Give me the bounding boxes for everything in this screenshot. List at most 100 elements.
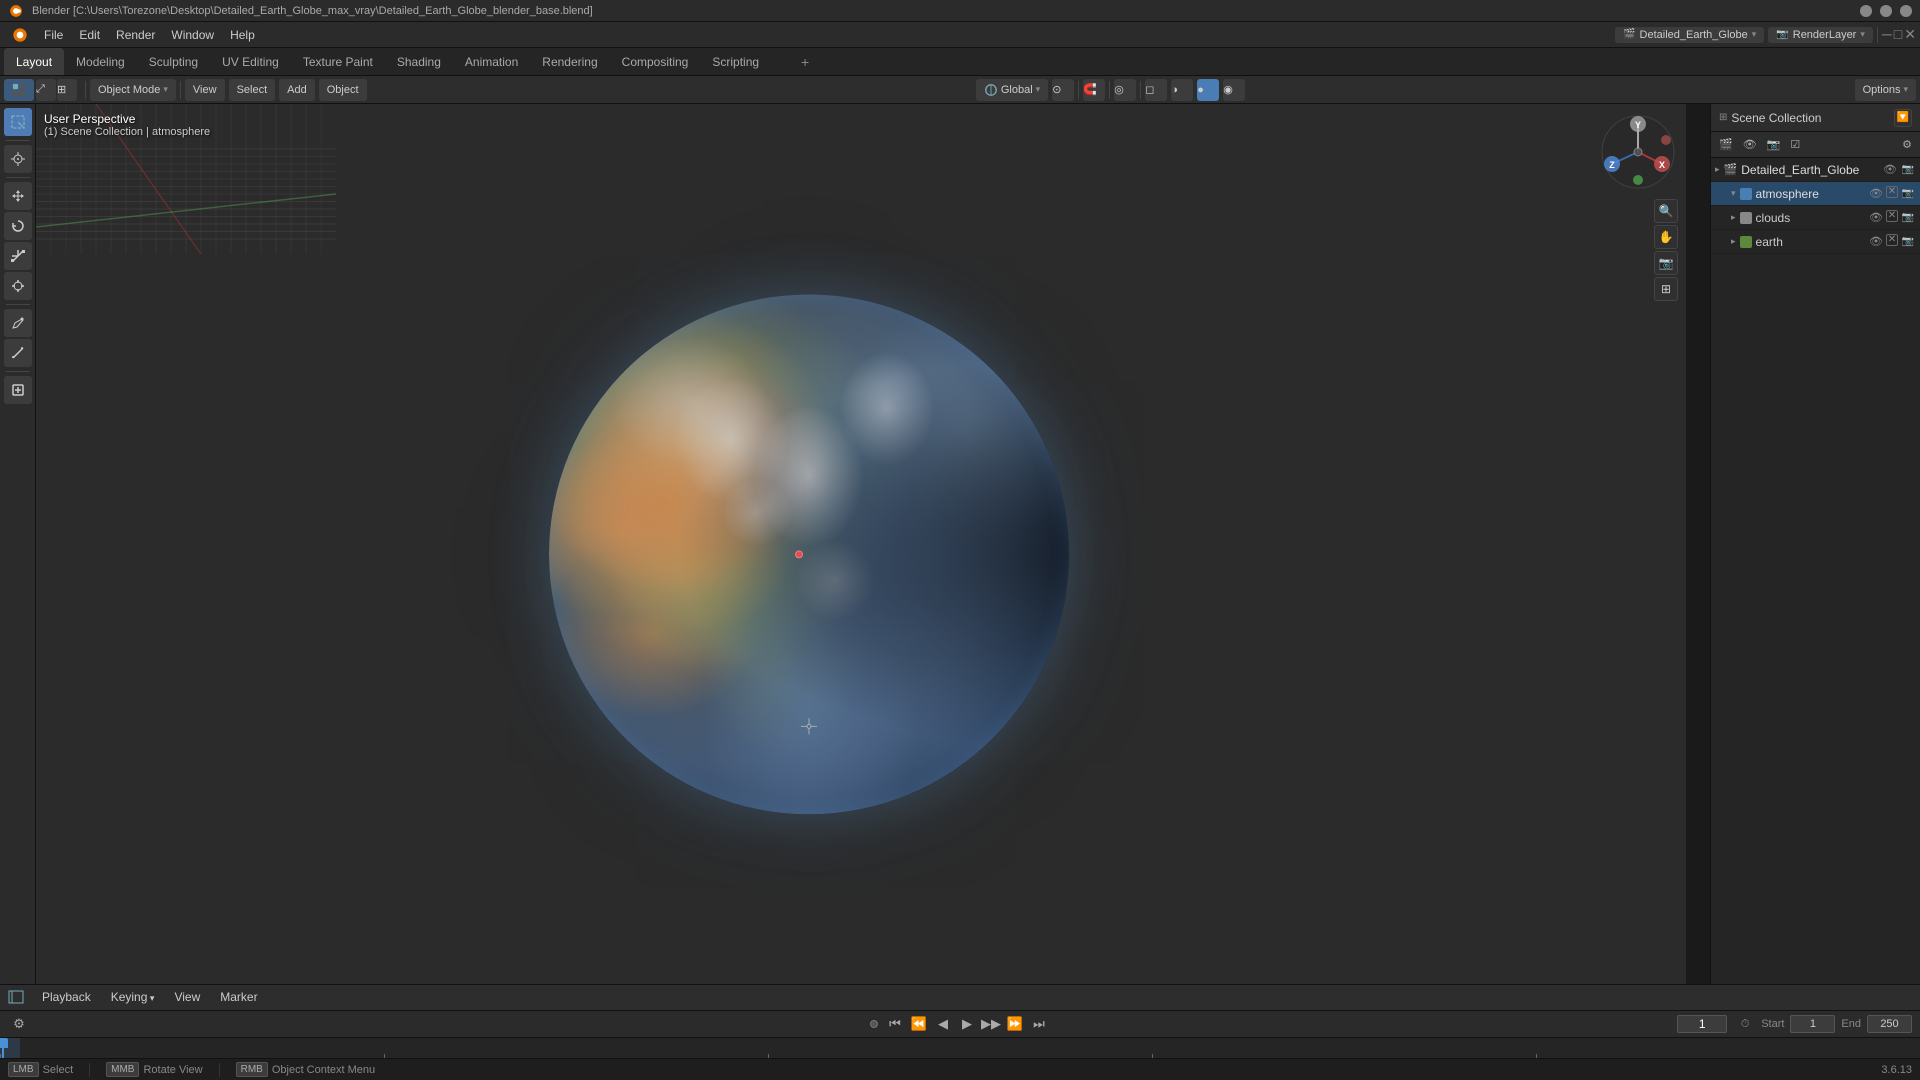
select-box-tool[interactable]: [4, 108, 32, 136]
window-close-icon[interactable]: ✕: [1904, 26, 1916, 43]
rp-render-icon[interactable]: 📷: [1763, 135, 1785, 155]
proportional-btn[interactable]: ◎: [1114, 79, 1136, 101]
end-frame-input[interactable]: [1867, 1015, 1912, 1033]
window-min-icon[interactable]: ─: [1882, 26, 1892, 43]
view3d-icon[interactable]: ⊞: [57, 79, 77, 101]
scene-render-btn[interactable]: 📷: [1900, 162, 1916, 178]
menu-file[interactable]: File: [36, 26, 71, 44]
tl-keying[interactable]: Keying: [105, 988, 161, 1006]
tab-scripting[interactable]: [771, 48, 795, 75]
clouds-exclude-btn[interactable]: ✕: [1886, 210, 1898, 222]
scene-visibility-btn[interactable]: 👁: [1882, 162, 1898, 178]
menu-edit[interactable]: Edit: [71, 26, 108, 44]
viewport-3d[interactable]: User Perspective (1) Scene Collection | …: [36, 104, 1686, 984]
pivot-btn[interactable]: ⊙: [1052, 79, 1074, 101]
atm-visibility-btn[interactable]: 👁: [1868, 186, 1884, 202]
camera-icon-btn[interactable]: 📷: [1654, 251, 1678, 275]
jump-start-btn[interactable]: ⏮: [884, 1013, 906, 1035]
tl-snap-btn[interactable]: ⚙: [8, 1013, 30, 1035]
tab-compositing[interactable]: Compositing: [610, 48, 701, 75]
maximize-btn[interactable]: [1880, 5, 1892, 17]
object-btn[interactable]: Object: [319, 79, 367, 101]
jump-end-btn[interactable]: ⏭: [1028, 1013, 1050, 1035]
earth-render-btn[interactable]: 📷: [1900, 234, 1916, 250]
menu-help[interactable]: Help: [222, 26, 263, 44]
minimize-btn[interactable]: [1860, 5, 1872, 17]
step-back-btn[interactable]: ◀: [932, 1013, 954, 1035]
origin-dot: [795, 550, 803, 558]
tl-marker[interactable]: Marker: [214, 988, 263, 1006]
tab-animation[interactable]: Animation: [453, 48, 530, 75]
tab-geometry-nodes[interactable]: Scripting: [700, 48, 771, 75]
shading-mode4[interactable]: ◉: [1223, 79, 1245, 101]
window-max-icon[interactable]: □: [1894, 26, 1902, 43]
rotate-tool[interactable]: [4, 212, 32, 240]
cursor-tool[interactable]: [4, 145, 32, 173]
view-btn[interactable]: View: [185, 79, 225, 101]
step-fwd-btn[interactable]: ▶▶: [980, 1013, 1002, 1035]
next-keyframe-btn[interactable]: ⏩: [1004, 1013, 1026, 1035]
tl-view[interactable]: View: [168, 988, 206, 1006]
rp-filter-btn[interactable]: 🔽: [1894, 109, 1912, 127]
earth-exclude-btn[interactable]: ✕: [1886, 234, 1898, 246]
global-transform-btn[interactable]: Global ▾: [976, 79, 1048, 101]
tab-modeling[interactable]: Modeling: [64, 48, 137, 75]
tl-playback[interactable]: Playback: [36, 988, 97, 1006]
scale-tool[interactable]: [4, 242, 32, 270]
add-workspace-btn[interactable]: +: [795, 52, 815, 72]
tab-uv-editing[interactable]: UV Editing: [210, 48, 291, 75]
atm-render-btn[interactable]: 📷: [1900, 186, 1916, 202]
menu-bar: File Edit Render Window Help 🎬 Detailed_…: [0, 22, 1920, 48]
transform-tool[interactable]: [4, 272, 32, 300]
move-icon[interactable]: ⤢: [36, 79, 56, 101]
workspace-tabs: Layout Modeling Sculpting UV Editing Tex…: [0, 48, 1920, 76]
rp-filter-icon[interactable]: ⚙: [1898, 135, 1916, 155]
clouds-visibility-btn[interactable]: 👁: [1868, 210, 1884, 226]
add-btn[interactable]: Add: [279, 79, 315, 101]
measure-tool[interactable]: [4, 339, 32, 367]
grid-icon-btn[interactable]: ⊞: [1654, 277, 1678, 301]
close-btn[interactable]: [1900, 5, 1912, 17]
sep4: [1109, 81, 1110, 99]
render-layer-selector[interactable]: 📷 RenderLayer ▾: [1768, 27, 1873, 43]
prev-keyframe-btn[interactable]: ⏪: [908, 1013, 930, 1035]
outliner-clouds[interactable]: ▸ clouds 👁 ✕ 📷: [1711, 206, 1920, 230]
tool-sep4: [6, 371, 30, 372]
outliner-earth[interactable]: ▸ earth 👁 ✕ 📷: [1711, 230, 1920, 254]
move-tool[interactable]: [4, 182, 32, 210]
shading-mode3[interactable]: ●: [1197, 79, 1219, 101]
rp-select-icon[interactable]: ☑: [1786, 135, 1804, 155]
object-mode-btn[interactable]: Object Mode ▾: [90, 79, 176, 101]
scene-selector[interactable]: 🎬 Detailed_Earth_Globe ▾: [1615, 27, 1764, 43]
play-btn[interactable]: ▶: [956, 1013, 978, 1035]
outliner-scene[interactable]: ▸ 🎬 Detailed_Earth_Globe 👁 📷: [1711, 158, 1920, 182]
atm-exclude-btn[interactable]: ✕: [1886, 186, 1898, 198]
menu-blender[interactable]: [4, 25, 36, 45]
start-frame-input[interactable]: [1790, 1015, 1835, 1033]
viewport-btn[interactable]: [4, 79, 34, 101]
tab-sculpting[interactable]: Sculpting: [137, 48, 210, 75]
select-btn[interactable]: Select: [229, 79, 276, 101]
tab-texture-paint[interactable]: Texture Paint: [291, 48, 385, 75]
shading-mode2[interactable]: ◑: [1171, 79, 1193, 101]
tab-rendering[interactable]: Rendering: [530, 48, 609, 75]
snap-btn[interactable]: 🧲: [1083, 79, 1105, 101]
tab-shading[interactable]: Shading: [385, 48, 453, 75]
rp-view-icon[interactable]: 👁: [1739, 135, 1761, 155]
rp-scene-icon[interactable]: 🎬: [1715, 135, 1737, 155]
tab-layout[interactable]: Layout: [4, 48, 64, 75]
search-icon-btn[interactable]: 🔍: [1654, 199, 1678, 223]
menu-window[interactable]: Window: [163, 26, 222, 44]
menu-render[interactable]: Render: [108, 26, 163, 44]
navigation-gizmo[interactable]: Y X Z: [1598, 112, 1678, 192]
add-cube-tool[interactable]: [4, 376, 32, 404]
fps-icon[interactable]: ⏱: [1735, 1014, 1755, 1034]
options-btn[interactable]: Options ▾: [1855, 79, 1916, 101]
current-frame-input[interactable]: [1677, 1015, 1727, 1033]
annotate-tool[interactable]: [4, 309, 32, 337]
pan-icon-btn[interactable]: ✋: [1654, 225, 1678, 249]
earth-visibility-btn[interactable]: 👁: [1868, 234, 1884, 250]
shading-mode1[interactable]: ◻: [1145, 79, 1167, 101]
clouds-render-btn[interactable]: 📷: [1900, 210, 1916, 226]
outliner-atmosphere[interactable]: ▾ atmosphere 👁 ✕ 📷: [1711, 182, 1920, 206]
